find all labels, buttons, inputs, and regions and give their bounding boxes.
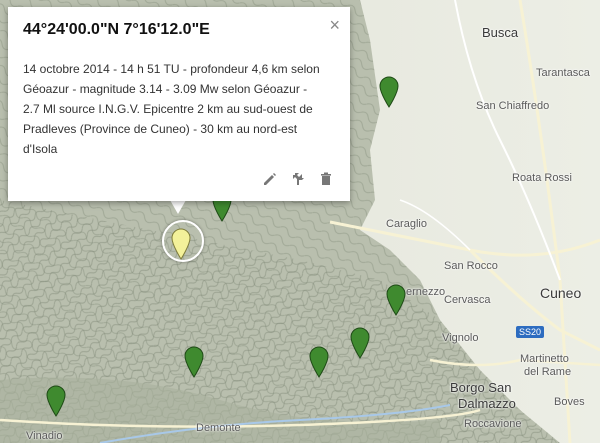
popup-title: 44°24'00.0"N 7°16'12.0"E (23, 21, 210, 38)
info-popup: 44°24'00.0"N 7°16'12.0"E × 14 octobre 20… (8, 7, 350, 201)
earthquake-marker[interactable] (386, 284, 406, 316)
earthquake-marker[interactable] (309, 346, 329, 378)
road-shield-ss20: SS20 (516, 326, 545, 338)
place-martinetto-line2: del Rame (524, 366, 572, 378)
place-borgo-line1: Borgo San (450, 380, 512, 395)
place-san-rocco: San Rocco (444, 260, 498, 272)
place-bernezzo: ernezzo (406, 286, 446, 298)
place-demonte: Demonte (196, 422, 241, 434)
place-borgo-line2: Dalmazzo (458, 396, 516, 411)
place-san-chiaffredo: San Chiaffredo (476, 100, 550, 112)
place-busca: Busca (482, 25, 519, 40)
popup-toolbar (262, 171, 334, 187)
earthquake-marker[interactable] (379, 76, 399, 108)
earthquake-marker[interactable] (46, 385, 66, 417)
place-cuneo: Cuneo (540, 285, 582, 301)
place-roata-rossi: Roata Rossi (512, 172, 572, 184)
earthquake-marker[interactable] (350, 327, 370, 359)
info-popup-tail (170, 200, 186, 214)
place-cervasca: Cervasca (444, 294, 491, 306)
place-vignolo: Vignolo (442, 332, 479, 344)
popup-description: 14 octobre 2014 - 14 h 51 TU - profondeu… (23, 62, 320, 156)
place-vinadio: Vinadio (26, 430, 63, 442)
place-tarantasca: Tarantasca (536, 67, 590, 79)
edit-icon[interactable] (262, 171, 278, 187)
place-boves: Boves (554, 396, 585, 408)
close-icon[interactable]: × (329, 15, 340, 36)
place-martinetto-line1: Martinetto (520, 353, 569, 365)
directions-icon[interactable] (290, 171, 306, 187)
selected-earthquake-marker[interactable] (171, 228, 191, 260)
delete-icon[interactable] (318, 171, 334, 187)
place-roccavione: Roccavione (464, 418, 522, 430)
place-caraglio: Caraglio (386, 218, 427, 230)
earthquake-marker[interactable] (184, 346, 204, 378)
